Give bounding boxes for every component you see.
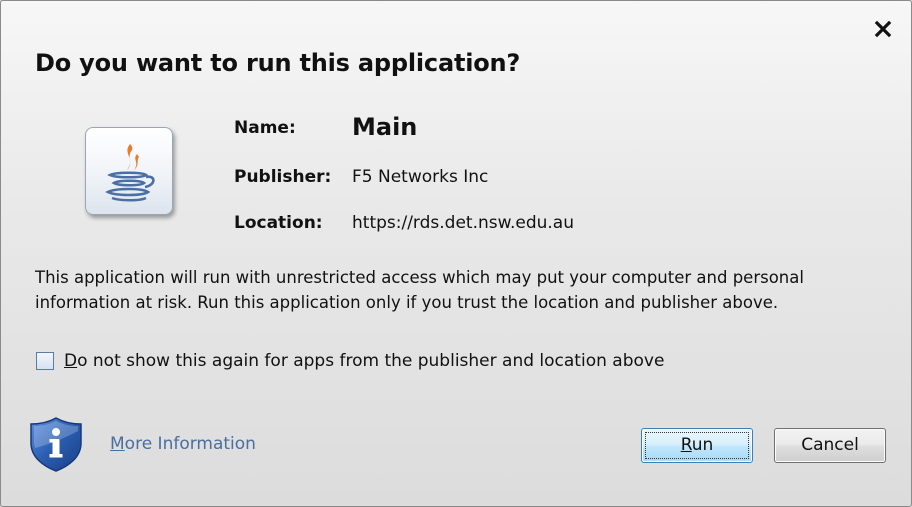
close-button[interactable] bbox=[873, 19, 893, 39]
security-warning-text: This application will run with unrestric… bbox=[35, 268, 804, 312]
more-info-accesskey: M bbox=[110, 434, 125, 454]
more-info-text: ore Information bbox=[124, 434, 256, 454]
publisher-label: Publisher: bbox=[234, 167, 332, 187]
close-icon bbox=[874, 20, 892, 38]
location-label: Location: bbox=[234, 213, 323, 233]
do-not-show-again-checkbox[interactable] bbox=[36, 352, 54, 370]
dialog-title: Do you want to run this application? bbox=[35, 49, 521, 77]
do-not-show-again-label[interactable]: Do not show this again for apps from the… bbox=[64, 351, 664, 371]
run-button[interactable]: Run bbox=[641, 428, 753, 463]
publisher-value: F5 Networks Inc bbox=[352, 167, 489, 187]
run-accesskey: R bbox=[680, 435, 692, 455]
checkbox-label-text: o not show this again for apps from the … bbox=[77, 351, 665, 371]
checkbox-label-accesskey: D bbox=[64, 351, 78, 371]
java-coffee-cup-icon bbox=[85, 127, 173, 215]
name-label: Name: bbox=[234, 118, 296, 138]
cancel-button[interactable]: Cancel bbox=[774, 428, 886, 463]
more-information-link[interactable]: More Information bbox=[110, 434, 256, 454]
shield-info-icon bbox=[27, 415, 85, 477]
run-label-text: un bbox=[691, 435, 714, 455]
location-value: https://rds.det.nsw.edu.au bbox=[352, 213, 574, 233]
name-value: Main bbox=[352, 113, 418, 141]
run-application-dialog: Do you want to run this application? Nam… bbox=[0, 0, 912, 507]
